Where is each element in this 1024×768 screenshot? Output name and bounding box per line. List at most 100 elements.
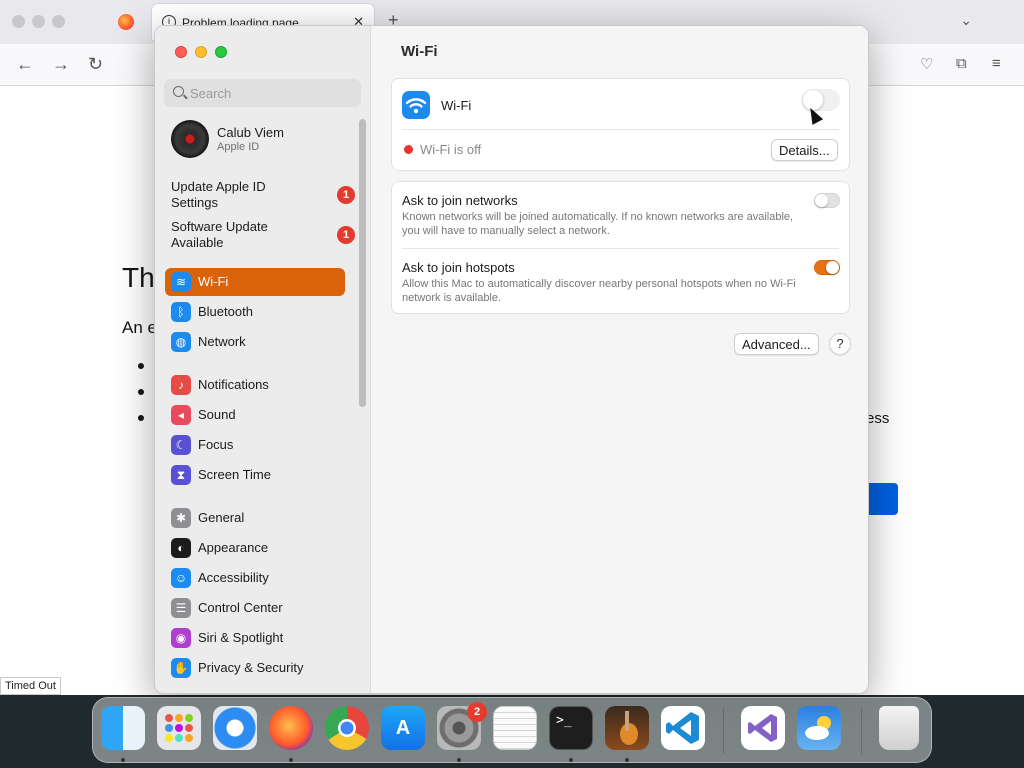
error-page-text-fragment: ess [866, 410, 890, 427]
wifi-toggle[interactable] [802, 89, 840, 111]
sidebar-item-privacy-security[interactable]: ✋ Privacy & Security [165, 654, 345, 682]
hand-icon: ✋ [171, 658, 191, 678]
settings-badge: 2 [467, 702, 487, 722]
sidebar-item-label: Notifications [198, 377, 269, 392]
alert-label: Software Update Available [171, 219, 268, 250]
sidebar-item-label: General [198, 510, 245, 525]
page-title: Wi-Fi [401, 43, 438, 60]
launchpad-icon[interactable] [157, 706, 201, 750]
weather-icon[interactable] [797, 706, 841, 750]
sidebar-item-notifications[interactable]: ♪ Notifications [165, 371, 345, 399]
sidebar-item-accessibility[interactable]: ☺ Accessibility [165, 564, 345, 592]
firefox-view-icon[interactable] [118, 14, 134, 30]
sidebar-item-update-apple-id[interactable]: Update Apple ID Settings 1 [171, 179, 355, 211]
sidebar-item-label: Sound [198, 407, 236, 422]
sidebar-item-network[interactable]: ◍ Network [165, 328, 345, 356]
extensions-icon[interactable]: ⧉ [956, 55, 967, 72]
forward-arrow-icon[interactable]: → [52, 54, 70, 75]
chevron-down-icon[interactable]: ⌄ [960, 12, 972, 29]
sidebar-item-appearance[interactable]: ◐ Appearance [165, 534, 345, 562]
wifi-icon [402, 91, 430, 119]
divider [402, 248, 839, 249]
sidebar-item-label: Privacy & Security [198, 660, 304, 675]
sidebar-item-siri-spotlight[interactable]: ◉ Siri & Spotlight [165, 624, 345, 652]
bluetooth-icon: ᛒ [171, 302, 191, 322]
siri-icon: ◉ [171, 628, 191, 648]
details-button[interactable]: Details... [771, 139, 838, 161]
vscode-icon[interactable] [661, 706, 705, 750]
sidebar-scrollbar[interactable] [359, 119, 366, 407]
sidebar-item-focus[interactable]: ☾ Focus [165, 431, 345, 459]
help-button[interactable]: ? [829, 333, 851, 355]
visual-studio-icon[interactable] [741, 706, 785, 750]
sidebar-item-software-update[interactable]: Software Update Available 1 [171, 219, 355, 251]
hourglass-icon: ⧗ [171, 465, 191, 485]
wifi-pane: Wi-Fi Wi-Fi Wi-Fi is off Details... Ask … [371, 26, 868, 693]
settings-sidebar: Calub Viem Apple ID Update Apple ID Sett… [155, 26, 371, 693]
chrome-icon[interactable] [325, 706, 369, 750]
sidebar-item-general[interactable]: ✱ General [165, 504, 345, 532]
pocket-icon[interactable]: ♡ [920, 55, 933, 73]
browser-close-button[interactable] [12, 15, 25, 28]
menu-icon[interactable]: ≡ [992, 55, 1001, 72]
sidebar-item-sound[interactable]: ◂ Sound [165, 401, 345, 429]
sidebar-item-screen-time[interactable]: ⧗ Screen Time [165, 461, 345, 489]
control-center-icon: ☰ [171, 598, 191, 618]
finder-icon[interactable] [101, 706, 145, 750]
running-indicator [625, 758, 629, 762]
account-subtitle: Apple ID [217, 141, 260, 153]
speaker-icon: ◂ [171, 405, 191, 425]
sidebar-item-label: Focus [198, 437, 234, 452]
zoom-window-button[interactable] [215, 46, 227, 58]
reload-icon[interactable]: ↻ [88, 54, 103, 75]
sidebar-item-control-center[interactable]: ☰ Control Center [165, 594, 345, 622]
safari-icon[interactable] [213, 706, 257, 750]
notification-badge: 1 [337, 226, 355, 244]
search-input[interactable] [190, 83, 355, 103]
sidebar-item-bluetooth[interactable]: ᛒ Bluetooth [165, 298, 345, 326]
browser-minimize-button[interactable] [32, 15, 45, 28]
textedit-icon[interactable] [493, 706, 537, 750]
error-page-text: An e [122, 318, 157, 337]
globe-icon: ◍ [171, 332, 191, 352]
ask-hotspots-toggle[interactable] [814, 260, 840, 275]
dock-separator [723, 708, 724, 754]
terminal-icon[interactable]: >_ [549, 706, 593, 750]
status-dot-icon [404, 145, 413, 154]
sidebar-item-label: Bluetooth [198, 304, 253, 319]
advanced-button[interactable]: Advanced... [734, 333, 819, 355]
error-page-bullet [138, 389, 144, 395]
browser-zoom-button[interactable] [52, 15, 65, 28]
search-field[interactable] [164, 79, 361, 107]
ask-networks-toggle[interactable] [814, 193, 840, 208]
ask-hotspots-title: Ask to join hotspots [402, 260, 515, 275]
running-indicator [121, 758, 125, 762]
notification-badge: 1 [337, 186, 355, 204]
apple-id-account[interactable]: Calub Viem Apple ID [169, 118, 349, 166]
sidebar-item-label: Accessibility [198, 570, 269, 585]
trash-icon[interactable] [879, 706, 919, 750]
gear-icon: ✱ [171, 508, 191, 528]
toggle-knob [826, 261, 839, 274]
back-arrow-icon[interactable]: ← [16, 54, 34, 75]
sidebar-item-label: Siri & Spotlight [198, 630, 284, 645]
appearance-icon: ◐ [171, 538, 191, 558]
sidebar-item-label: Network [198, 334, 246, 349]
divider [402, 129, 839, 130]
wifi-label: Wi-Fi [441, 98, 472, 113]
garageband-icon[interactable] [605, 706, 649, 750]
running-indicator [457, 758, 461, 762]
firefox-icon[interactable] [269, 706, 313, 750]
sidebar-item-wi-fi[interactable]: ≋ Wi-Fi [165, 268, 345, 296]
account-name: Calub Viem [217, 125, 284, 140]
running-indicator [569, 758, 573, 762]
close-window-button[interactable] [175, 46, 187, 58]
system-settings-window: Calub Viem Apple ID Update Apple ID Sett… [154, 25, 869, 694]
dock-separator [861, 708, 862, 754]
sidebar-item-label: Screen Time [198, 467, 271, 482]
app-store-icon[interactable]: A [381, 706, 425, 750]
accessibility-icon: ☺ [171, 568, 191, 588]
status-tooltip: Timed Out [0, 677, 61, 695]
minimize-window-button[interactable] [195, 46, 207, 58]
bell-icon: ♪ [171, 375, 191, 395]
